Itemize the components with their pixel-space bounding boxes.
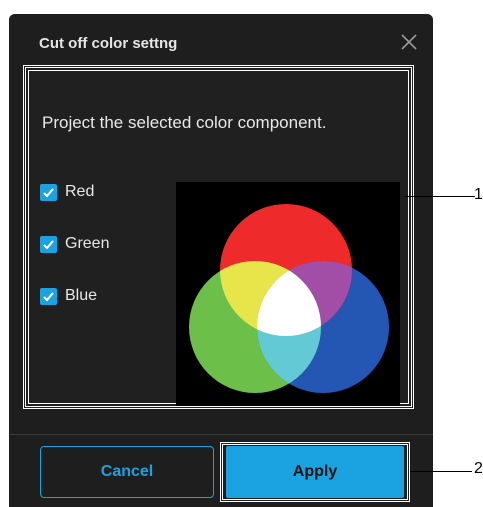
checkbox-blue-box[interactable] <box>40 287 57 305</box>
checkmark-icon <box>43 291 54 301</box>
callout-number-1: 1 <box>474 186 483 203</box>
rgb-venn-diagram <box>176 182 400 406</box>
checkbox-green-label: Green <box>65 235 110 252</box>
callout-line-2 <box>410 471 472 472</box>
checkbox-red-label: Red <box>65 183 95 200</box>
checkmark-icon <box>43 187 54 197</box>
description-text: Project the selected color component. <box>42 113 327 132</box>
close-button[interactable] <box>397 30 421 54</box>
dialog-titlebar: Cut off color settng <box>9 14 433 68</box>
venn-svg <box>189 204 389 393</box>
checkbox-blue-label: Blue <box>65 287 98 304</box>
checkbox-green[interactable]: Green <box>40 232 109 256</box>
checkbox-red-box[interactable] <box>40 183 57 201</box>
callout-line-1 <box>405 196 475 197</box>
cut-off-color-dialog: Cut off color settng Project the selecte… <box>9 14 433 507</box>
apply-button[interactable]: Apply <box>226 446 404 498</box>
dialog-title: Cut off color settng <box>39 35 178 52</box>
checkmark-icon <box>43 239 54 249</box>
close-icon <box>401 34 417 50</box>
checkbox-green-box[interactable] <box>40 235 57 253</box>
checkbox-red[interactable]: Red <box>40 180 94 204</box>
content-panel: Project the selected color component. Re… <box>23 65 414 409</box>
footer-divider <box>9 434 433 435</box>
callout-number-2: 2 <box>474 460 483 477</box>
checkbox-blue[interactable]: Blue <box>40 284 97 308</box>
cancel-button[interactable]: Cancel <box>40 446 214 498</box>
